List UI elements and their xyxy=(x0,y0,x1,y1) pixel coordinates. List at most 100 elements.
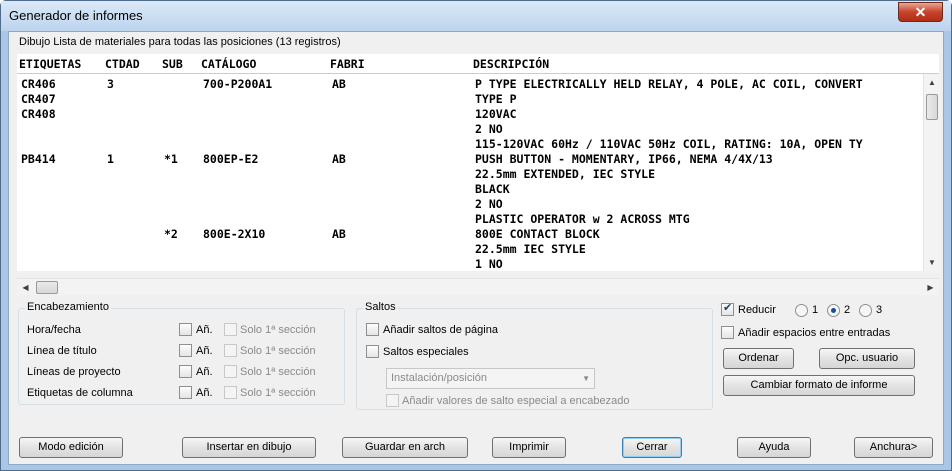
project-lines-first-section-label: Solo 1ª sección xyxy=(240,366,316,378)
cell-desc: 120VAC xyxy=(475,107,517,121)
cell-mfg: AB xyxy=(332,152,346,166)
column-header-sub: SUB xyxy=(162,57,183,71)
reduce-radio-1[interactable] xyxy=(795,304,808,317)
add-spaces-checkbox[interactable] xyxy=(721,326,734,339)
column-header-catalog: CATÁLOGO xyxy=(201,57,257,71)
reduce-radio-1-label: 1 xyxy=(812,304,819,316)
report-generator-window: Generador de informes ✕ Dibujo Lista de … xyxy=(0,0,952,471)
time-date-add-checkbox[interactable] xyxy=(179,323,192,336)
cell-desc: 22.5mm EXTENDED, IEC STYLE xyxy=(475,167,656,181)
vertical-scroll-thumb[interactable] xyxy=(926,94,938,120)
insert-in-drawing-button[interactable]: Insertar en dibujo xyxy=(182,437,316,458)
break-type-value: Instalación/posición xyxy=(391,372,488,384)
column-labels-first-section-checkbox[interactable] xyxy=(224,386,237,399)
cell-sub: *2 xyxy=(164,227,178,241)
header-group-title: Encabezamiento xyxy=(25,301,111,313)
cell-desc: 2 NO xyxy=(475,122,503,136)
close-button[interactable]: Cerrar xyxy=(622,437,682,458)
cell-desc: 1 NO xyxy=(475,257,503,271)
cell-qty: 3 xyxy=(107,77,114,91)
special-breaks-label: Saltos especiales xyxy=(383,346,469,358)
cell-tag: CR408 xyxy=(21,107,56,121)
header-options-group: Encabezamiento Hora/fecha Añ. Solo 1ª se… xyxy=(18,301,345,405)
help-button[interactable]: Ayuda xyxy=(737,437,811,458)
break-type-select[interactable]: Instalación/posición ▼ xyxy=(386,368,595,389)
sort-button[interactable]: Ordenar xyxy=(723,348,794,369)
special-breaks-checkbox[interactable] xyxy=(366,345,379,358)
reduce-radio-3[interactable] xyxy=(859,304,872,317)
column-labels-add-label: Añ. xyxy=(196,387,213,399)
project-lines-add-checkbox[interactable] xyxy=(179,365,192,378)
cell-tag: CR407 xyxy=(21,92,56,106)
column-labels-label: Etiquetas de columna xyxy=(27,387,133,399)
user-options-button[interactable]: Opc. usuario xyxy=(819,348,915,369)
cell-mfg: AB xyxy=(332,77,346,91)
add-spaces-label: Añadir espacios entre entradas xyxy=(738,327,891,339)
reduce-radio-3-label: 3 xyxy=(876,304,883,316)
cell-desc: 2 NO xyxy=(475,197,503,211)
column-header-mfg: FABRI xyxy=(330,57,365,71)
cell-cat: 700-P200A1 xyxy=(203,77,273,91)
cell-desc: BLACK xyxy=(475,182,510,196)
reduce-radio-2[interactable] xyxy=(827,304,840,317)
scroll-right-icon[interactable]: ▶ xyxy=(922,279,939,296)
cell-desc: 800E CONTACT BLOCK xyxy=(475,227,600,241)
project-lines-label: Líneas de proyecto xyxy=(27,366,121,378)
cell-desc: 22.5mm IEC STYLE xyxy=(475,242,586,256)
breaks-group-title: Saltos xyxy=(363,301,398,313)
time-date-add-label: Añ. xyxy=(196,324,213,336)
reduce-checkbox[interactable] xyxy=(721,301,734,316)
column-labels-add-checkbox[interactable] xyxy=(179,386,192,399)
title-line-first-section-label: Solo 1ª sección xyxy=(240,345,316,357)
reduce-label: Reducir xyxy=(738,304,776,316)
window-title: Generador de informes xyxy=(9,8,143,23)
vertical-scrollbar[interactable]: ▲ ▼ xyxy=(923,74,940,271)
title-line-add-checkbox[interactable] xyxy=(179,344,192,357)
time-date-first-section-label: Solo 1ª sección xyxy=(240,324,316,336)
title-line-add-label: Añ. xyxy=(196,345,213,357)
cell-desc: P TYPE ELECTRICALLY HELD RELAY, 4 POLE, … xyxy=(475,77,863,91)
edit-mode-button[interactable]: Modo edición xyxy=(19,437,123,458)
time-date-first-section-checkbox[interactable] xyxy=(224,323,237,336)
column-labels-first-section-label: Solo 1ª sección xyxy=(240,387,316,399)
reduce-radio-2-label: 2 xyxy=(844,304,851,316)
cell-sub: *1 xyxy=(164,152,178,166)
save-to-file-button[interactable]: Guardar en arch xyxy=(342,437,468,458)
project-lines-first-section-checkbox[interactable] xyxy=(224,365,237,378)
column-header-qty: CTDAD xyxy=(105,57,140,71)
column-header-tags: ETIQUETAS xyxy=(19,57,82,71)
page-breaks-checkbox[interactable] xyxy=(366,323,379,336)
title-bar: Generador de informes ✕ xyxy=(1,1,951,31)
change-format-button[interactable]: Cambiar formato de informe xyxy=(723,375,915,396)
report-subtitle: Dibujo Lista de materiales para todas la… xyxy=(19,36,341,48)
cell-mfg: AB xyxy=(332,227,346,241)
column-header-description: DESCRIPCIÓN xyxy=(473,57,550,71)
chevron-down-icon[interactable]: ▼ xyxy=(582,369,590,388)
scroll-up-icon[interactable]: ▲ xyxy=(924,74,940,91)
project-lines-add-label: Añ. xyxy=(196,366,213,378)
dialog-body: Dibujo Lista de materiales para todas la… xyxy=(8,31,944,465)
print-button[interactable]: Imprimir xyxy=(492,437,566,458)
scroll-down-icon[interactable]: ▼ xyxy=(924,254,940,271)
horizontal-scroll-thumb[interactable] xyxy=(36,281,58,294)
cell-desc: 115-120VAC 60Hz / 110VAC 50Hz COIL, RATI… xyxy=(475,137,863,151)
title-line-label: Línea de título xyxy=(27,345,97,357)
time-date-label: Hora/fecha xyxy=(27,324,81,336)
cell-cat: 800EP-E2 xyxy=(203,152,259,166)
cell-tag: CR406 xyxy=(21,77,56,91)
horizontal-scrollbar[interactable]: ◀ ▶ xyxy=(17,278,939,295)
cell-desc: TYPE P xyxy=(475,92,517,106)
title-line-first-section-checkbox[interactable] xyxy=(224,344,237,357)
add-break-values-checkbox[interactable] xyxy=(386,394,399,407)
add-break-values-label: Añadir valores de salto especial a encab… xyxy=(402,395,630,407)
cell-desc: PLASTIC OPERATOR w 2 ACROSS MTG xyxy=(475,212,690,226)
cell-qty: 1 xyxy=(107,152,114,166)
report-list[interactable]: CR406 3 700-P200A1 AB P TYPE ELECTRICALLY HE… xyxy=(17,74,939,271)
close-window-button[interactable]: ✕ xyxy=(898,2,943,22)
wider-button[interactable]: Anchura> xyxy=(854,437,933,458)
scroll-left-icon[interactable]: ◀ xyxy=(17,279,34,296)
breaks-options-group: Saltos Añadir saltos de página Saltos es… xyxy=(356,301,713,410)
cell-desc: PUSH BUTTON - MOMENTARY, IP66, NEMA 4/4X… xyxy=(475,152,773,166)
close-icon: ✕ xyxy=(914,4,927,20)
page-breaks-label: Añadir saltos de página xyxy=(383,324,498,336)
